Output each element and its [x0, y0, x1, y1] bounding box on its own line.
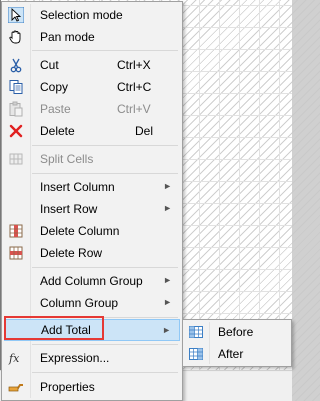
- menu-item-pan-mode[interactable]: Pan mode: [4, 26, 180, 48]
- scissors-icon: [8, 57, 24, 73]
- menu-separator: [32, 173, 178, 174]
- submenu-item-after[interactable]: After: [185, 343, 289, 365]
- delete-column-icon: [8, 223, 24, 239]
- menu-item-delete-row[interactable]: Delete Row: [4, 242, 180, 264]
- total-before-icon: [188, 324, 204, 340]
- annotation-highlight-box: [4, 316, 104, 340]
- properties-icon: [8, 379, 24, 395]
- menu-item-delete[interactable]: Delete Del: [4, 120, 180, 142]
- menu-item-insert-column[interactable]: Insert Column ►: [4, 176, 180, 198]
- submenu-arrow-icon: ►: [163, 181, 172, 191]
- context-menu: Selection mode Pan mode Cut Ctrl+X Copy …: [1, 1, 183, 401]
- total-after-icon: [188, 346, 204, 362]
- submenu-arrow-icon: ►: [163, 297, 172, 307]
- menu-separator: [32, 372, 178, 373]
- menu-item-delete-column[interactable]: Delete Column: [4, 220, 180, 242]
- menu-item-insert-row[interactable]: Insert Row ►: [4, 198, 180, 220]
- menu-item-add-column-group[interactable]: Add Column Group ►: [4, 270, 180, 292]
- menu-item-paste[interactable]: Paste Ctrl+V: [4, 98, 180, 120]
- submenu-arrow-icon: ►: [163, 203, 172, 213]
- fx-icon: fx: [8, 350, 24, 366]
- menu-item-copy[interactable]: Copy Ctrl+C: [4, 76, 180, 98]
- submenu-arrow-icon: ►: [162, 325, 171, 335]
- split-cells-icon: [8, 151, 24, 167]
- red-x-icon: [8, 123, 24, 139]
- delete-row-icon: [8, 245, 24, 261]
- menu-item-cut[interactable]: Cut Ctrl+X: [4, 54, 180, 76]
- paste-icon: [8, 101, 24, 117]
- menu-separator: [32, 344, 178, 345]
- menu-separator: [32, 145, 178, 146]
- menu-item-split-cells[interactable]: Split Cells: [4, 148, 180, 170]
- menu-item-properties[interactable]: Properties: [4, 376, 180, 398]
- add-total-submenu: Before After: [182, 319, 292, 367]
- menu-item-column-group[interactable]: Column Group ►: [4, 292, 180, 314]
- menu-item-expression[interactable]: fx Expression...: [4, 347, 180, 369]
- copy-icon: [8, 79, 24, 95]
- hand-icon: [8, 29, 24, 45]
- menu-item-selection-mode[interactable]: Selection mode: [4, 4, 180, 26]
- cursor-arrow-icon: [7, 6, 25, 24]
- submenu-arrow-icon: ►: [163, 275, 172, 285]
- submenu-item-before[interactable]: Before: [185, 321, 289, 343]
- menu-separator: [32, 267, 178, 268]
- svg-text:fx: fx: [8, 352, 20, 365]
- menu-separator: [32, 50, 178, 51]
